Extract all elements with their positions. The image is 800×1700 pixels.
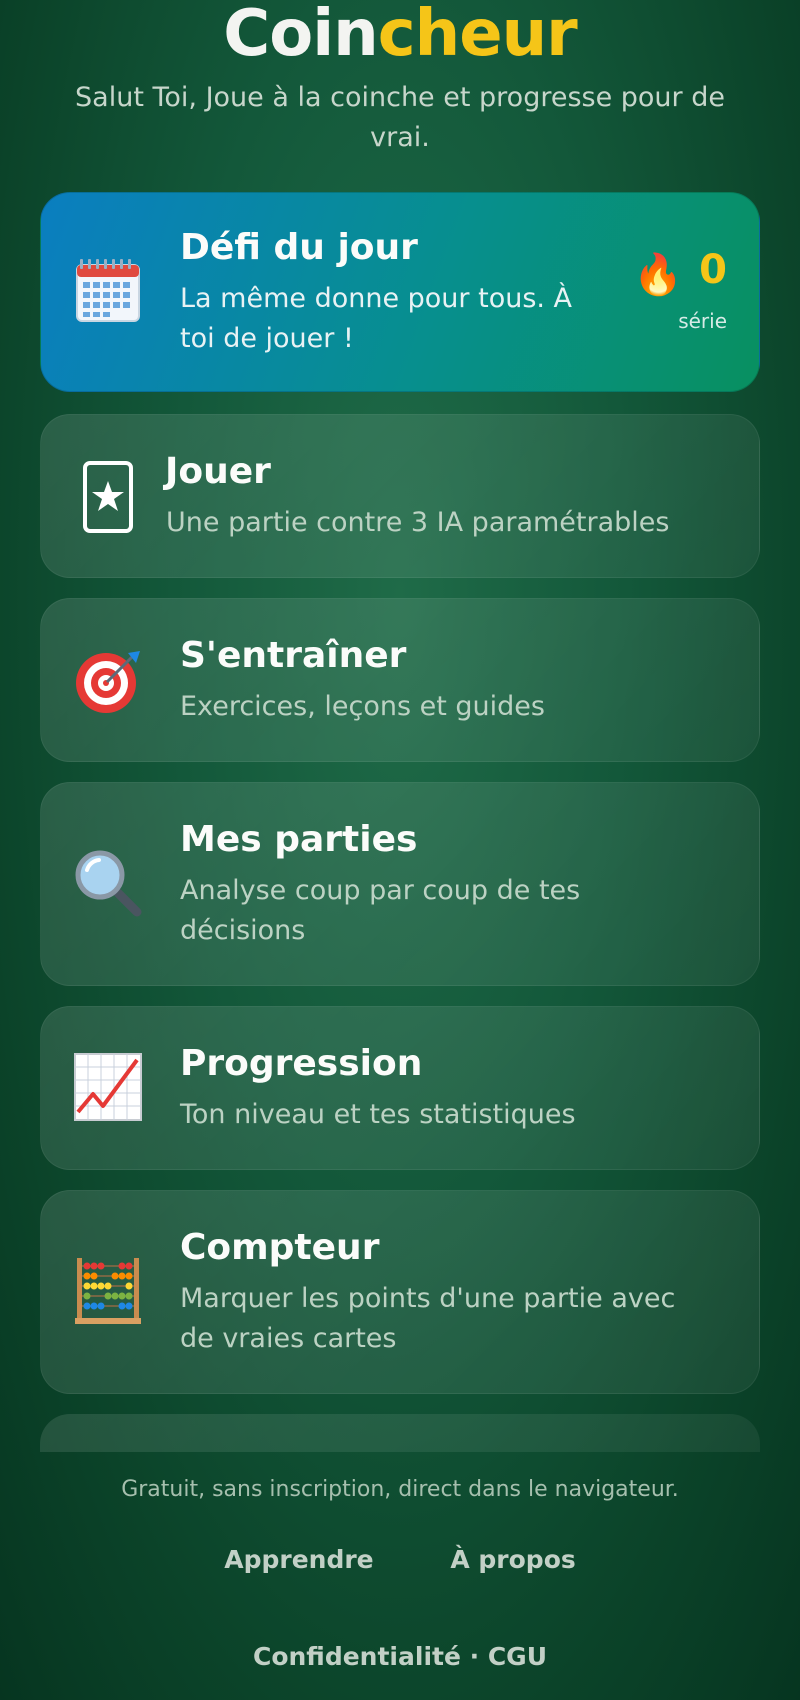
daily-challenge-desc: La même donne pour tous. À toi de jouer … <box>180 283 573 354</box>
flame-icon: 🔥 <box>633 252 683 298</box>
target-icon <box>73 646 143 716</box>
app-logo: Coincheur <box>0 0 800 68</box>
menu-item-desc: Exercices, leçons et guides <box>180 691 545 722</box>
menu-item-title: S'entraîner <box>180 635 407 676</box>
learn-link[interactable]: Apprendre <box>224 1545 373 1574</box>
daily-challenge-card[interactable]: Défi du jour La même donne pour tous. À … <box>40 192 760 392</box>
footer-note: Gratuit, sans inscription, direct dans l… <box>121 1477 679 1502</box>
menu-item-desc: Une partie contre 3 IA paramétrables <box>166 507 670 538</box>
daily-challenge-title: Défi du jour <box>180 227 418 268</box>
calendar-icon <box>73 255 143 325</box>
menu-item-counter[interactable]: Compteur Marquer les points d'une partie… <box>40 1190 760 1394</box>
menu-item-desc: Ton niveau et tes statistiques <box>180 1099 576 1130</box>
star-card-icon <box>73 461 143 533</box>
menu-item-title: Jouer <box>165 451 271 492</box>
footer-links: Apprendre À propos <box>0 1545 800 1574</box>
about-link[interactable]: À propos <box>450 1545 575 1574</box>
menu-item-play[interactable]: Jouer Une partie contre 3 IA paramétrabl… <box>40 414 760 578</box>
menu-item-title: Mes parties <box>180 819 418 860</box>
menu-item-title: Compteur <box>180 1227 380 1268</box>
menu-item-desc: Marquer les points d'une partie avec de … <box>180 1283 676 1354</box>
menu-item-progress[interactable]: Progression Ton niveau et tes statistiqu… <box>40 1006 760 1170</box>
chart-icon <box>73 1052 143 1122</box>
streak-count: 0 <box>699 247 727 293</box>
logo-part-cheur: cheur <box>377 0 578 71</box>
tagline: Salut Toi, Joue à la coinche et progress… <box>75 82 725 153</box>
logo-part-coin: Coin <box>223 0 378 71</box>
menu-item-title: Progression <box>180 1043 423 1084</box>
menu-item-partial <box>40 1414 760 1452</box>
menu-item-train[interactable]: S'entraîner Exercices, leçons et guides <box>40 598 760 762</box>
menu-item-desc: Analyse coup par coup de tes décisions <box>180 875 581 946</box>
streak-label: série <box>678 309 727 333</box>
menu-item-my-games[interactable]: Mes parties Analyse coup par coup de tes… <box>40 782 760 986</box>
abacus-icon <box>73 1256 143 1326</box>
magnifier-icon <box>73 848 143 918</box>
legal-links[interactable]: Confidentialité · CGU <box>0 1642 800 1671</box>
